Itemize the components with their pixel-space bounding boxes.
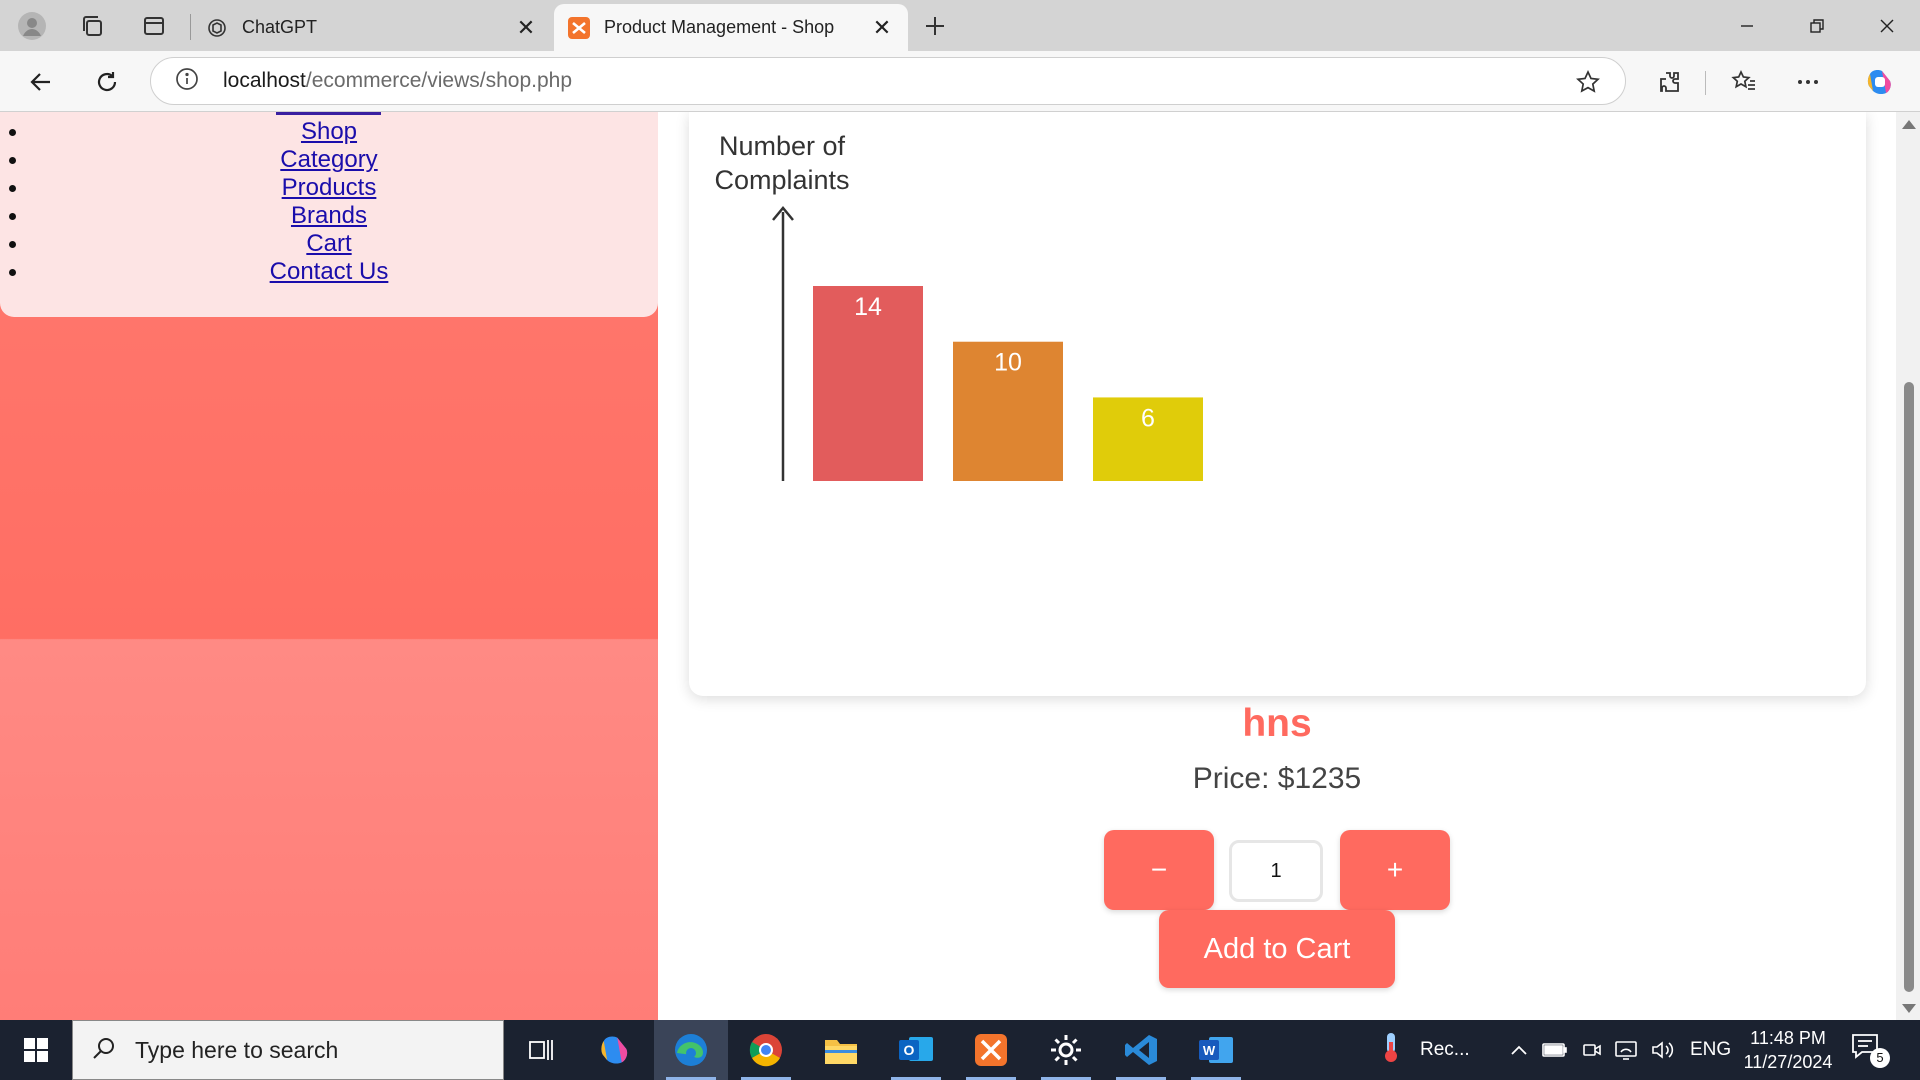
back-icon[interactable]: [20, 61, 62, 103]
site-info-icon[interactable]: [175, 67, 199, 96]
chart-bars: 14 10 6: [813, 286, 1203, 481]
add-to-cart-button[interactable]: Add to Cart: [1159, 910, 1395, 988]
taskbar-clock[interactable]: 11:48 PM 11/27/2024: [1733, 1026, 1843, 1074]
svg-text:W: W: [1203, 1043, 1216, 1058]
url-host: localhost: [223, 69, 306, 92]
taskbar-search-box[interactable]: Type here to search: [72, 1020, 504, 1080]
xampp-taskbar-icon[interactable]: [954, 1020, 1028, 1080]
nav-item-products: Products: [0, 174, 658, 202]
word-taskbar-icon[interactable]: W: [1179, 1020, 1253, 1080]
vscode-taskbar-icon[interactable]: [1104, 1020, 1178, 1080]
minimize-icon[interactable]: [1712, 0, 1782, 51]
increase-quantity-button[interactable]: +: [1340, 830, 1450, 910]
nav-item-shop: Shop: [0, 118, 658, 146]
tab-title: Product Management - Shop: [604, 17, 835, 37]
chart-ylabel-line-1: Number of: [719, 131, 846, 161]
tab-separator: [190, 14, 191, 40]
clock-time: 11:48 PM: [1750, 1028, 1826, 1048]
chatgpt-favicon-icon: [206, 17, 228, 39]
profile-icon[interactable]: [12, 6, 52, 46]
settings-taskbar-icon[interactable]: [1029, 1020, 1103, 1080]
product-name: hns: [1242, 702, 1312, 745]
decrease-quantity-button[interactable]: −: [1104, 830, 1214, 910]
vertical-scrollbar[interactable]: [1896, 112, 1920, 1020]
copilot-taskbar-icon[interactable]: [578, 1020, 652, 1080]
volume-icon[interactable]: [1650, 1020, 1674, 1080]
url-path: /ecommerce/views/shop.php: [305, 69, 573, 92]
favorites-icon[interactable]: [1723, 61, 1765, 103]
scrollbar-thumb[interactable]: [1904, 382, 1914, 992]
restore-icon[interactable]: [1782, 0, 1852, 51]
svg-text:O: O: [904, 1042, 915, 1058]
outlook-taskbar-icon[interactable]: O: [879, 1020, 953, 1080]
weather-widget[interactable]: Rec...: [1376, 1020, 1470, 1080]
notification-center-icon[interactable]: 5: [1850, 1032, 1890, 1068]
tab-title: ChatGPT: [242, 17, 318, 37]
search-icon: [91, 1035, 117, 1066]
nav-item-brands: Brands: [0, 202, 658, 230]
weather-label: Rec...: [1420, 1039, 1470, 1060]
nav-list: Shop Category Products Brands Cart Conta…: [0, 118, 658, 286]
clock-date: 11/27/2024: [1743, 1052, 1833, 1072]
nav-item-category: Category: [0, 146, 658, 174]
extensions-icon[interactable]: [1649, 61, 1691, 103]
thermometer-icon: [1376, 1030, 1406, 1070]
windows-start-icon[interactable]: [0, 1020, 72, 1080]
chart-bar-value-label: 10: [994, 349, 1022, 377]
main-content: Number of Complaints 14 10 6 hns Price: $1…: [658, 112, 1896, 1020]
meet-now-icon[interactable]: [1581, 1020, 1603, 1080]
file-explorer-taskbar-icon[interactable]: [804, 1020, 878, 1080]
product-image-card: Number of Complaints 14 10 6: [689, 112, 1866, 696]
nav-card: Shop Category Products Brands Cart Conta…: [0, 112, 658, 317]
battery-icon[interactable]: [1542, 1020, 1568, 1080]
tab-actions-icon[interactable]: [134, 6, 174, 46]
edge-taskbar-icon[interactable]: [654, 1020, 728, 1080]
nav-item-cart: Cart: [0, 230, 658, 258]
browser-tab-strip: ChatGPT ✕ Product Management - Shop ✕: [0, 0, 1920, 51]
windows-taskbar: Type here to search O W Rec... ENG 11:48…: [0, 1020, 1920, 1080]
tab-close-icon[interactable]: ✕: [514, 15, 538, 41]
nav-link-brands[interactable]: Brands: [291, 202, 367, 229]
task-view-icon[interactable]: [504, 1020, 578, 1080]
nav-link-contact-us[interactable]: Contact Us: [270, 258, 389, 285]
quantity-input[interactable]: [1229, 840, 1323, 902]
nav-link-cart[interactable]: Cart: [306, 230, 351, 257]
nav-item-contact-us: Contact Us: [0, 258, 658, 286]
close-window-icon[interactable]: [1852, 0, 1920, 51]
nav-link-products[interactable]: Products: [282, 174, 377, 201]
chart-bar-value-label: 14: [854, 293, 882, 321]
search-placeholder: Type here to search: [135, 1036, 339, 1063]
url-text: localhost/ecommerce/views/shop.php: [223, 69, 572, 93]
tab-close-icon[interactable]: ✕: [870, 15, 894, 41]
favorite-star-icon[interactable]: [1575, 69, 1601, 100]
copilot-icon[interactable]: [1859, 61, 1901, 103]
chart-bar-value-label: 6: [1141, 404, 1155, 432]
toolbar-separator: [1705, 71, 1706, 95]
page-viewport: Shop Category Products Brands Cart Conta…: [0, 112, 1920, 1020]
more-options-icon[interactable]: [1787, 61, 1829, 103]
chrome-taskbar-icon[interactable]: [729, 1020, 803, 1080]
scroll-up-icon[interactable]: [1902, 120, 1916, 129]
workspaces-icon[interactable]: [72, 6, 112, 46]
left-sidebar: Shop Category Products Brands Cart Conta…: [0, 112, 658, 1020]
scroll-down-icon[interactable]: [1902, 1004, 1916, 1013]
new-tab-icon[interactable]: [915, 6, 955, 46]
nav-link-shop[interactable]: Shop: [301, 118, 357, 145]
refresh-icon[interactable]: [86, 61, 128, 103]
address-bar[interactable]: localhost/ecommerce/views/shop.php: [150, 57, 1626, 105]
show-hidden-icons-icon[interactable]: [1508, 1020, 1530, 1080]
tab-product-management[interactable]: Product Management - Shop ✕: [554, 4, 908, 51]
nav-link-category[interactable]: Category: [280, 146, 377, 173]
tab-chatgpt[interactable]: ChatGPT ✕: [192, 4, 552, 51]
complaints-bar-chart: Number of Complaints 14 10 6: [714, 131, 1203, 481]
browser-toolbar: localhost/ecommerce/views/shop.php: [0, 51, 1920, 112]
network-icon[interactable]: [1614, 1020, 1638, 1080]
product-price: Price: $1235: [1192, 762, 1362, 795]
xampp-favicon-icon: [568, 16, 590, 39]
nav-link-underline-fragment: [276, 112, 381, 115]
chart-ylabel-line-2: Complaints: [714, 165, 849, 195]
language-indicator[interactable]: ENG: [1690, 1020, 1731, 1080]
notification-count-badge: 5: [1870, 1048, 1890, 1068]
